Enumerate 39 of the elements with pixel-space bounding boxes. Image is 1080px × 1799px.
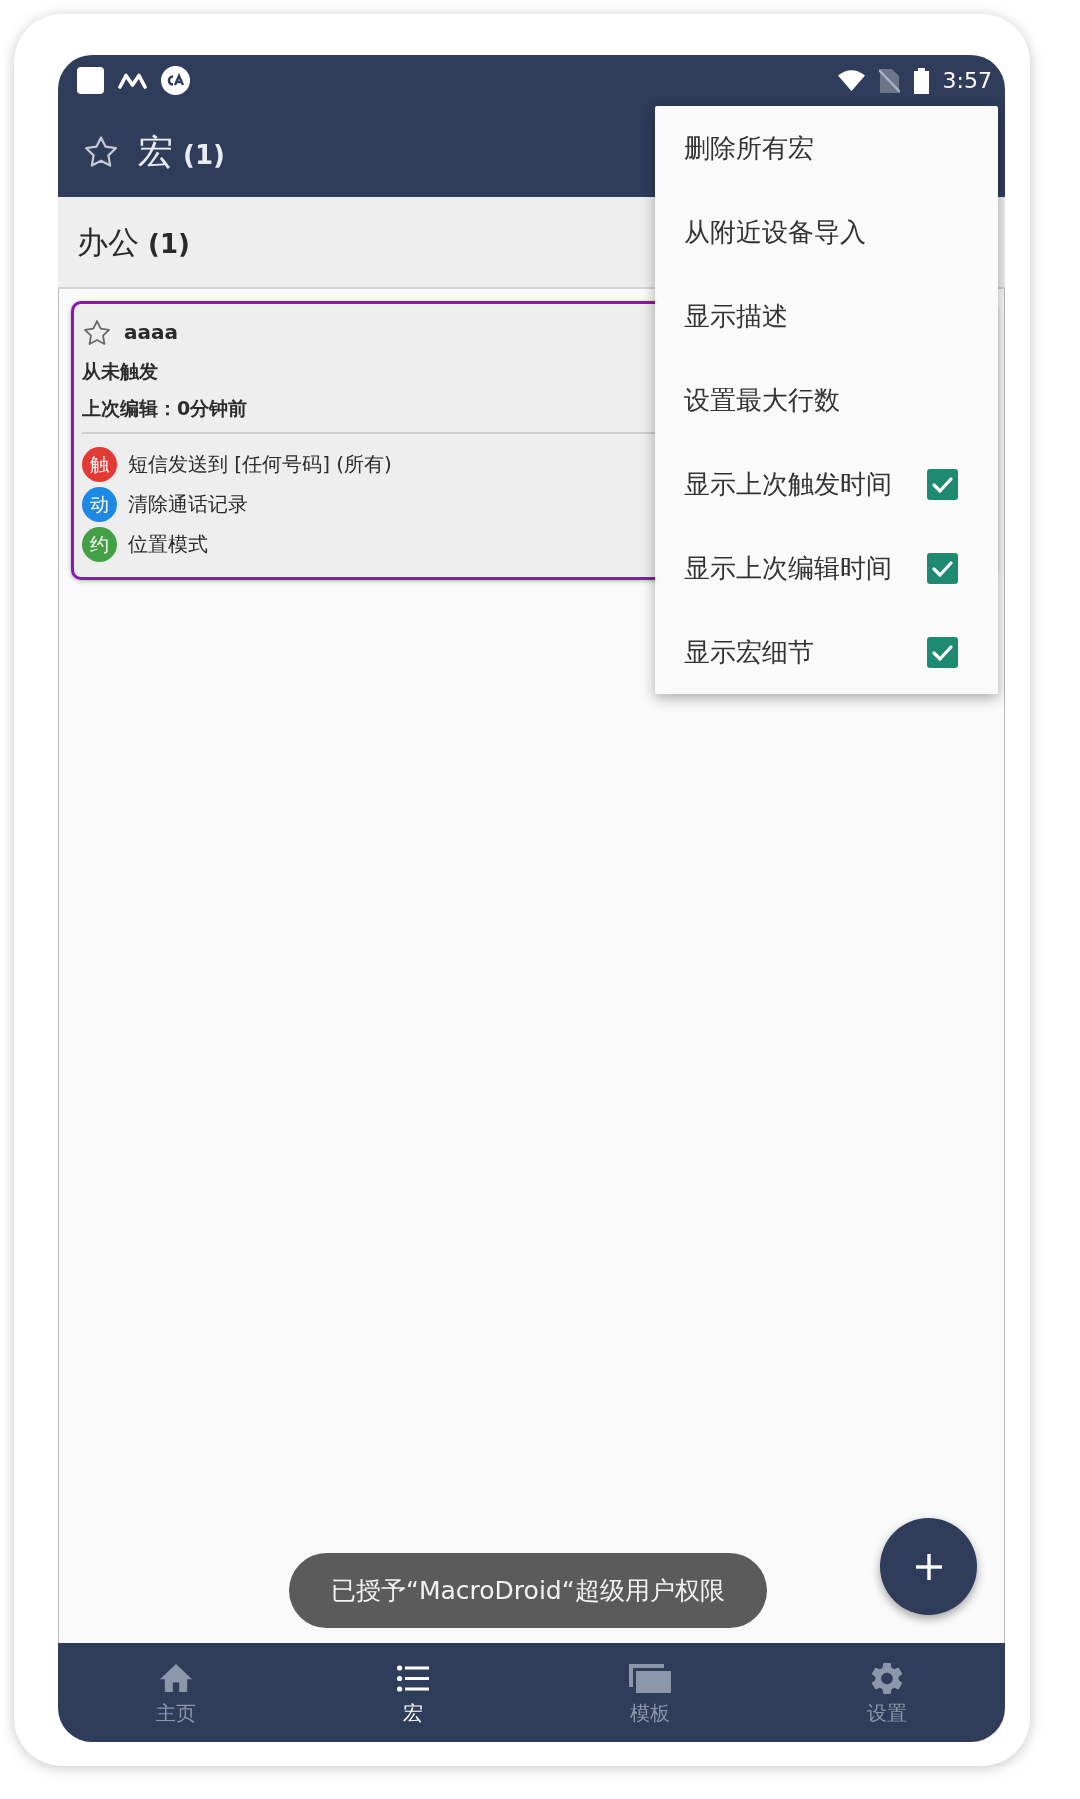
nav-tab[interactable]: 宏 bbox=[353, 1643, 474, 1742]
last-edited-text: 上次编辑：0分钟前 bbox=[82, 395, 248, 420]
clock-time: 3:57 bbox=[942, 67, 992, 94]
nav-tab[interactable]: 模板 bbox=[589, 1643, 710, 1742]
zigzag-icon bbox=[118, 72, 147, 89]
home-icon bbox=[160, 1664, 193, 1692]
menu-item[interactable]: 删除所有宏 bbox=[655, 106, 998, 190]
category-count: (1) bbox=[148, 228, 190, 260]
category-name: 办公 bbox=[77, 223, 139, 261]
checkbox-icon[interactable] bbox=[927, 468, 958, 500]
menu-item[interactable]: 设置最大行数 bbox=[655, 358, 998, 442]
type-badge: 动 bbox=[82, 486, 117, 522]
macro-entry-text: 短信发送到 [任何号码] (所有) bbox=[128, 451, 392, 477]
no-sim-icon bbox=[878, 67, 900, 94]
toast-message: 已授予“MacroDroid“超级用户权限 bbox=[289, 1553, 767, 1628]
round-logo-icon bbox=[161, 66, 190, 95]
nav-tab[interactable]: 设置 bbox=[826, 1643, 947, 1742]
settings-icon bbox=[870, 1661, 903, 1695]
layers-icon bbox=[628, 1663, 671, 1693]
last-triggered-text: 从未触发 bbox=[82, 358, 158, 383]
list-icon bbox=[397, 1664, 430, 1692]
screen-title: 宏 bbox=[138, 130, 173, 173]
battery-icon bbox=[913, 67, 929, 94]
notification-square-icon bbox=[77, 67, 104, 94]
star-icon[interactable] bbox=[84, 319, 110, 345]
type-badge: 约 bbox=[82, 526, 117, 562]
checkbox-icon[interactable] bbox=[927, 552, 958, 584]
macro-count: (1) bbox=[183, 138, 225, 171]
macro-entry-text: 清除通话记录 bbox=[128, 491, 248, 517]
macro-entry-text: 位置模式 bbox=[128, 531, 208, 557]
plus-icon bbox=[915, 1553, 942, 1580]
checkbox-icon[interactable] bbox=[927, 636, 958, 668]
type-badge: 触 bbox=[82, 446, 117, 482]
menu-item[interactable]: 显示宏细节 bbox=[655, 610, 998, 694]
wifi-icon bbox=[837, 70, 865, 91]
macro-name: aaaa bbox=[124, 319, 178, 345]
menu-item[interactable]: 显示上次触发时间 bbox=[655, 442, 998, 526]
star-icon[interactable] bbox=[85, 136, 117, 167]
nav-tab[interactable]: 主页 bbox=[116, 1643, 237, 1742]
